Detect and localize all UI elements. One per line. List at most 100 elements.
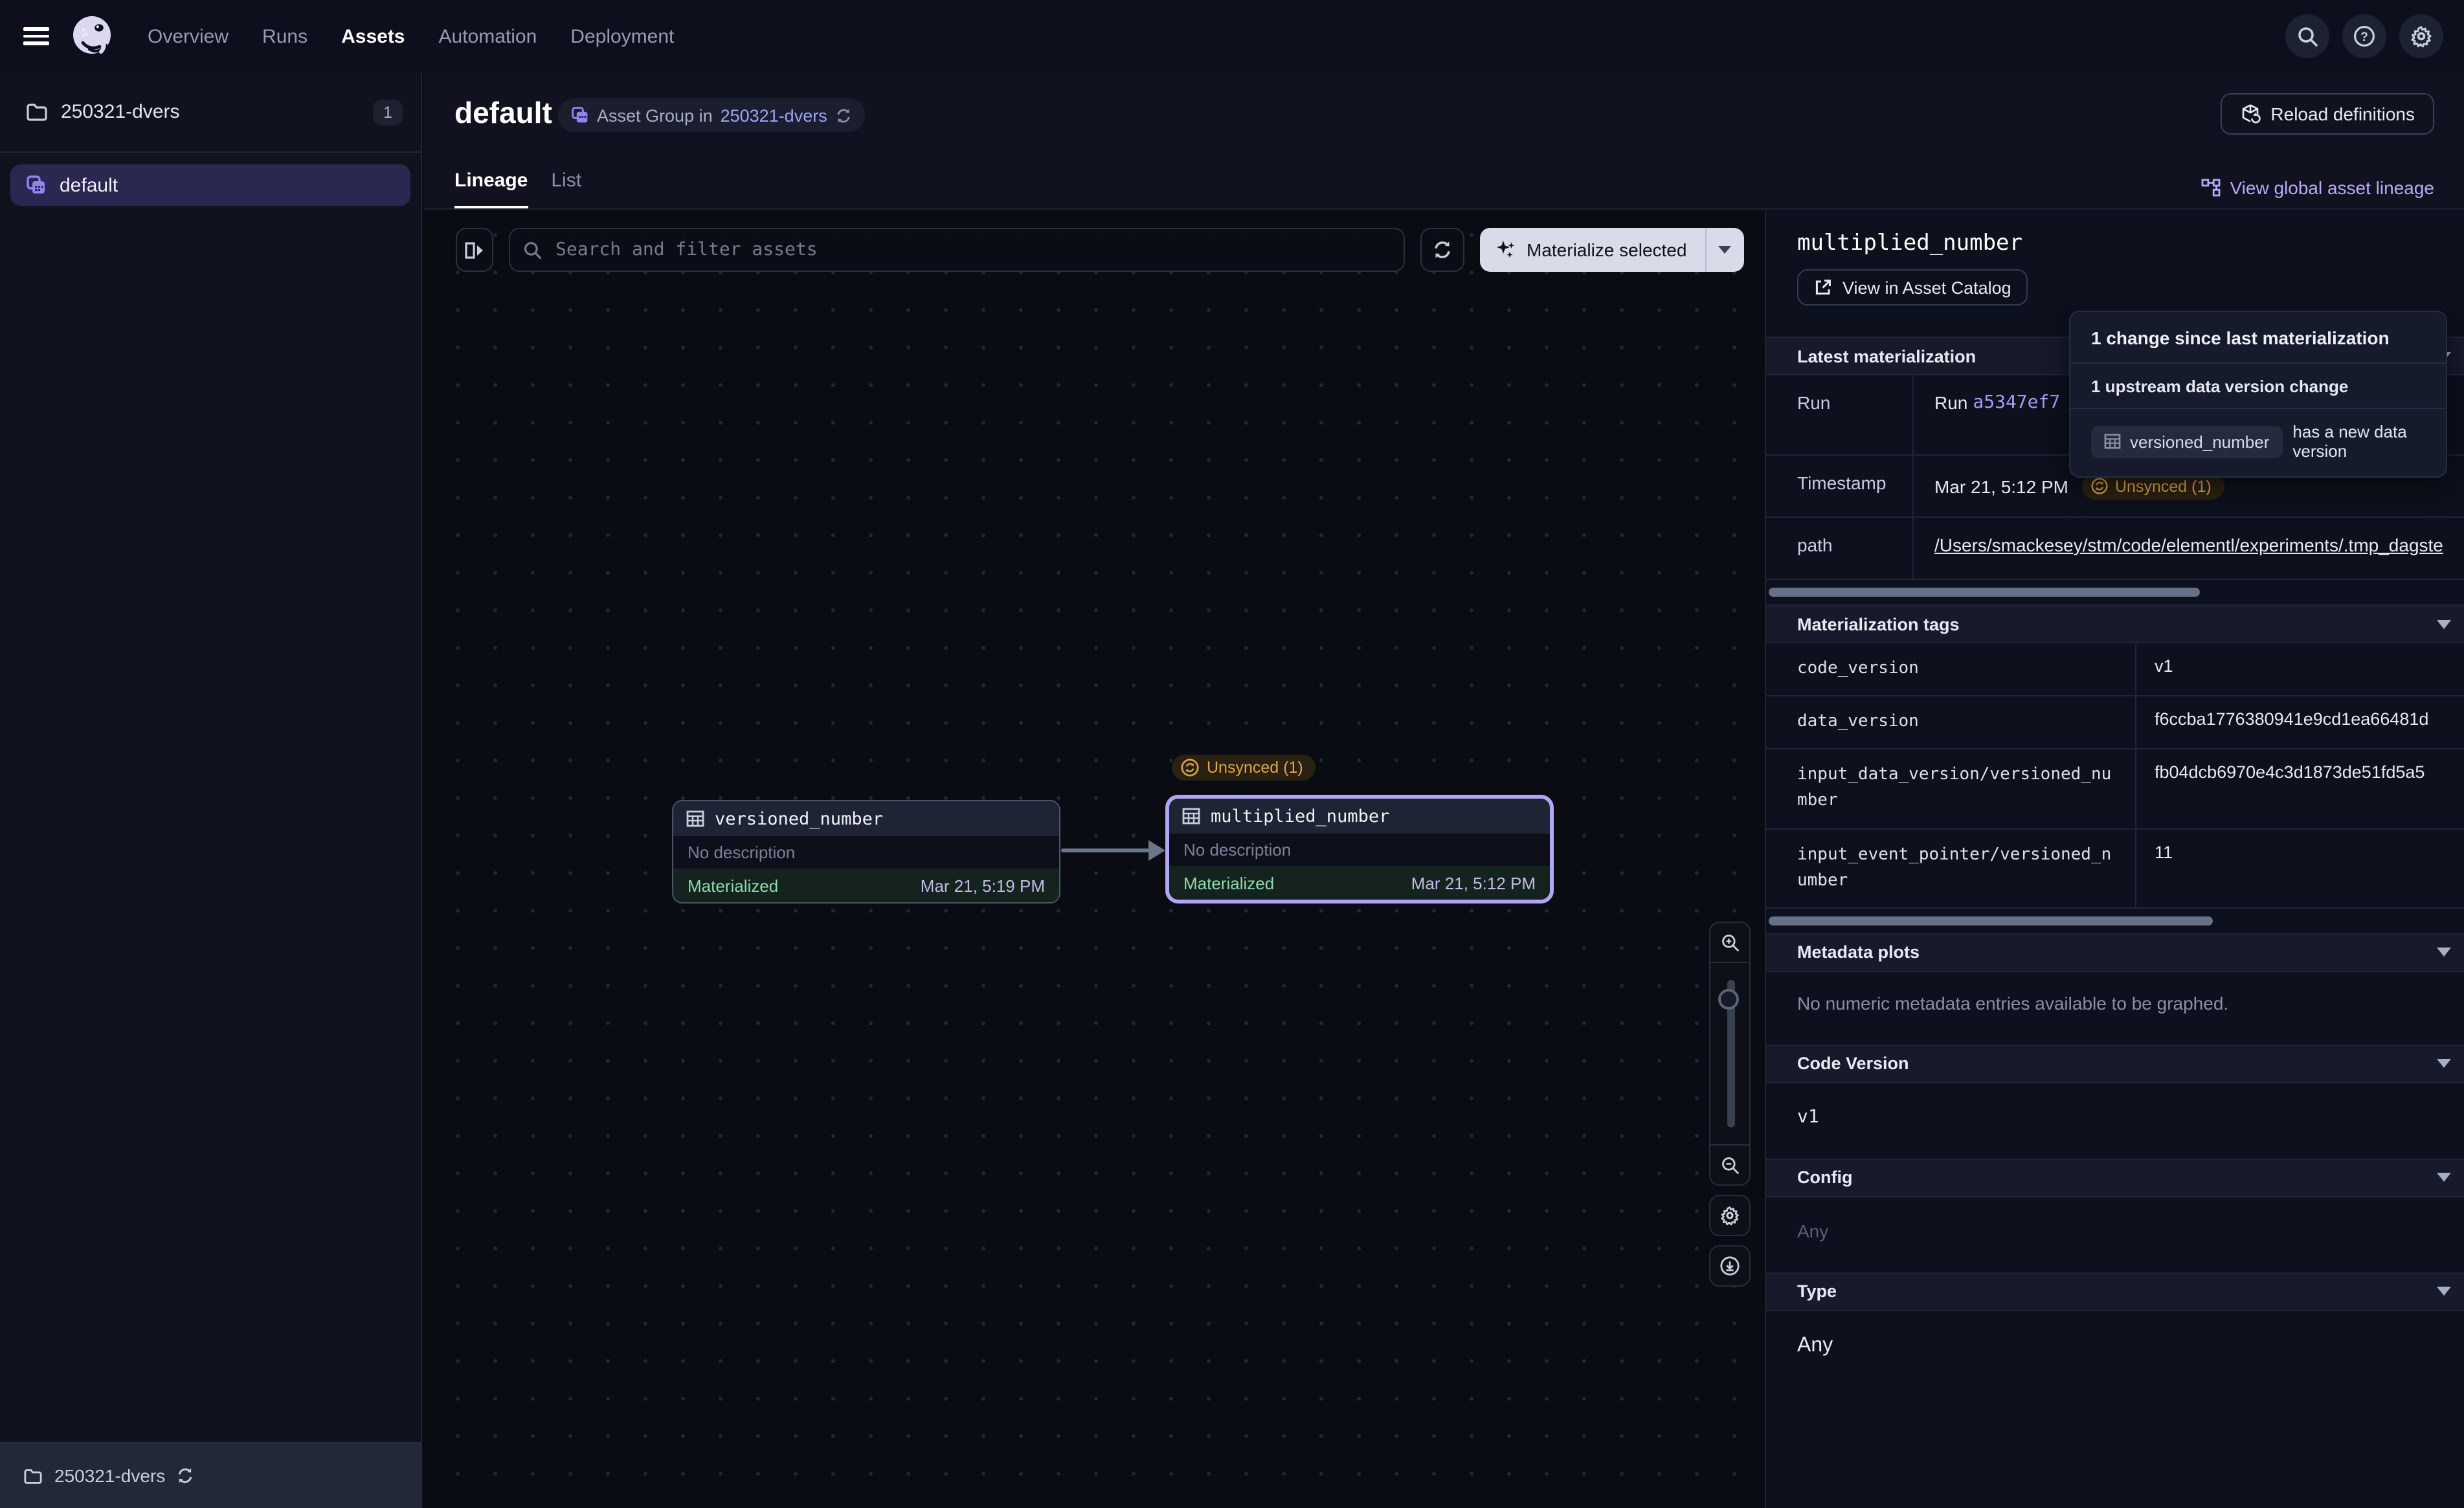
sidebar-item-default[interactable]: default (10, 164, 410, 206)
tag-key: code_version (1766, 643, 2136, 695)
timestamp-row-label: Timestamp (1766, 456, 1914, 516)
code-location-name: 250321-dvers (54, 1465, 165, 1486)
refresh-graph-button[interactable] (1420, 228, 1464, 272)
tag-value: 11 (2136, 829, 2464, 907)
changes-popover: 1 change since last materialization 1 up… (2069, 311, 2447, 478)
sidebar-group-count-badge: 1 (373, 99, 403, 125)
badge-prefix: Asset Group in (597, 105, 713, 125)
timestamp-value: Mar 21, 5:12 PM (1934, 476, 2068, 496)
asset-node-timestamp: Mar 21, 5:12 PM (1411, 873, 1536, 893)
view-in-asset-catalog-label: View in Asset Catalog (1842, 278, 2011, 297)
section-heading: Materialization tags (1797, 614, 1960, 634)
external-link-icon (1814, 278, 1832, 296)
table-icon (2104, 434, 2121, 449)
download-view-button[interactable] (1709, 1245, 1751, 1287)
tab-lineage[interactable]: Lineage (454, 170, 528, 208)
materialize-dropdown-caret[interactable] (1705, 228, 1743, 272)
nav-overview[interactable]: Overview (148, 25, 229, 47)
run-id-link[interactable]: a5347ef7 (1973, 392, 2060, 413)
main-nav: Overview Runs Assets Automation Deployme… (148, 25, 674, 47)
graph-settings-button[interactable] (1709, 1195, 1751, 1236)
type-value: Any (1797, 1335, 2464, 1358)
sparkle-icon (1495, 239, 1516, 260)
section-heading: Metadata plots (1797, 943, 1920, 962)
zoom-slider[interactable] (1709, 963, 1751, 1144)
unsynced-badge-label: Unsynced (1) (2115, 477, 2212, 495)
nav-automation[interactable]: Automation (439, 25, 537, 47)
collapse-sidebar-button[interactable] (456, 228, 493, 272)
unsynced-badge-label: Unsynced (1) (1207, 759, 1303, 777)
folder-icon (26, 102, 48, 122)
search-icon (523, 240, 543, 260)
zoom-out-icon (1720, 1155, 1740, 1175)
sidebar-group-row[interactable]: 250321-dvers 1 (0, 72, 421, 153)
view-in-asset-catalog-button[interactable]: View in Asset Catalog (1797, 269, 2028, 305)
tag-key: data_version (1766, 696, 2136, 748)
zoom-out-button[interactable] (1709, 1144, 1751, 1186)
horizontal-scrollbar[interactable] (1769, 588, 2200, 597)
search-button[interactable] (2285, 14, 2329, 58)
settings-button[interactable] (2399, 14, 2443, 58)
tag-row: code_version v1 (1766, 643, 2464, 696)
hamburger-menu-icon[interactable] (23, 27, 49, 45)
sidebar-group-name: 250321-dvers (61, 101, 179, 123)
path-row-label: path (1766, 518, 1914, 579)
view-global-asset-lineage-link[interactable]: View global asset lineage (2202, 177, 2435, 198)
chevron-down-icon (2437, 1059, 2451, 1069)
asset-group-icon (26, 175, 47, 195)
unsynced-badge-graph[interactable]: Unsynced (1) (1172, 755, 1316, 781)
asset-node-timestamp: Mar 21, 5:19 PM (921, 876, 1045, 895)
tag-value: f6ccba1776380941e9cd1ea66481d (2136, 696, 2464, 748)
lineage-graph-canvas[interactable]: Materialize selected Unsynced (1) (423, 211, 1765, 1508)
code-location-footer[interactable]: 250321-dvers (0, 1442, 422, 1508)
chevron-down-icon (2437, 948, 2451, 957)
latest-path-row: path /Users/smackesey/stm/code/elementl/… (1766, 518, 2464, 580)
refresh-icon[interactable] (835, 107, 852, 124)
upstream-asset-chip[interactable]: versioned_number (2091, 425, 2282, 458)
badge-group-link[interactable]: 250321-dvers (721, 105, 827, 125)
nav-runs[interactable]: Runs (262, 25, 308, 47)
top-navigation-bar: Overview Runs Assets Automation Deployme… (0, 0, 2464, 72)
popover-title: 1 change since last materialization (2070, 312, 2446, 364)
path-link[interactable]: /Users/smackesey/stm/code/elementl/exper… (1934, 535, 2443, 555)
section-materialization-tags[interactable]: Materialization tags (1766, 604, 2464, 643)
asset-search-box (509, 228, 1405, 272)
asset-group-badge[interactable]: Asset Group in 250321-dvers (558, 98, 865, 132)
chevron-down-icon (2437, 1287, 2451, 1296)
search-input[interactable] (553, 238, 1391, 261)
reload-definitions-label: Reload definitions (2270, 104, 2415, 124)
section-config[interactable]: Config (1766, 1159, 2464, 1197)
popover-change-text: has a new data version (2292, 422, 2425, 461)
zoom-in-icon (1720, 933, 1740, 952)
graph-zoom-controls (1709, 922, 1751, 1287)
asset-details-panel: multiplied_number View in Asset Catalog … (1765, 211, 2464, 1508)
chevron-down-icon (2437, 619, 2451, 628)
section-metadata-plots[interactable]: Metadata plots (1766, 933, 2464, 972)
horizontal-scrollbar[interactable] (1769, 916, 2213, 926)
popover-subtitle: 1 upstream data version change (2070, 364, 2446, 409)
asset-node-multiplied-number[interactable]: multiplied_number No description Materia… (1165, 795, 1554, 904)
asset-node-versioned-number[interactable]: versioned_number No description Material… (672, 800, 1060, 904)
run-row-label: Run (1766, 375, 1914, 454)
reload-definitions-button[interactable]: Reload definitions (2220, 93, 2434, 135)
dagster-logo[interactable] (67, 12, 117, 61)
asset-node-status: Materialized (1183, 873, 1274, 893)
nav-deployment[interactable]: Deployment (570, 25, 674, 47)
help-button[interactable]: ? (2342, 14, 2386, 58)
section-code-version[interactable]: Code Version (1766, 1045, 2464, 1083)
code-version-value: v1 (1797, 1107, 2464, 1127)
reload-location-icon[interactable] (175, 1467, 194, 1485)
tag-row: input_data_version/versioned_number fb04… (1766, 750, 2464, 830)
zoom-in-button[interactable] (1709, 922, 1751, 963)
nav-assets[interactable]: Assets (341, 25, 405, 47)
section-heading: Config (1797, 1168, 1853, 1188)
tab-list[interactable]: List (551, 170, 581, 208)
help-icon: ? (2353, 25, 2376, 48)
zoom-slider-thumb[interactable] (1718, 989, 1739, 1010)
table-icon (1182, 808, 1200, 825)
materialize-selected-button[interactable]: Materialize selected (1480, 228, 1743, 272)
section-type[interactable]: Type (1766, 1272, 2464, 1311)
asset-group-icon (571, 106, 589, 124)
tag-row: input_event_pointer/versioned_number 11 (1766, 829, 2464, 909)
lineage-graph-icon (2202, 179, 2221, 197)
